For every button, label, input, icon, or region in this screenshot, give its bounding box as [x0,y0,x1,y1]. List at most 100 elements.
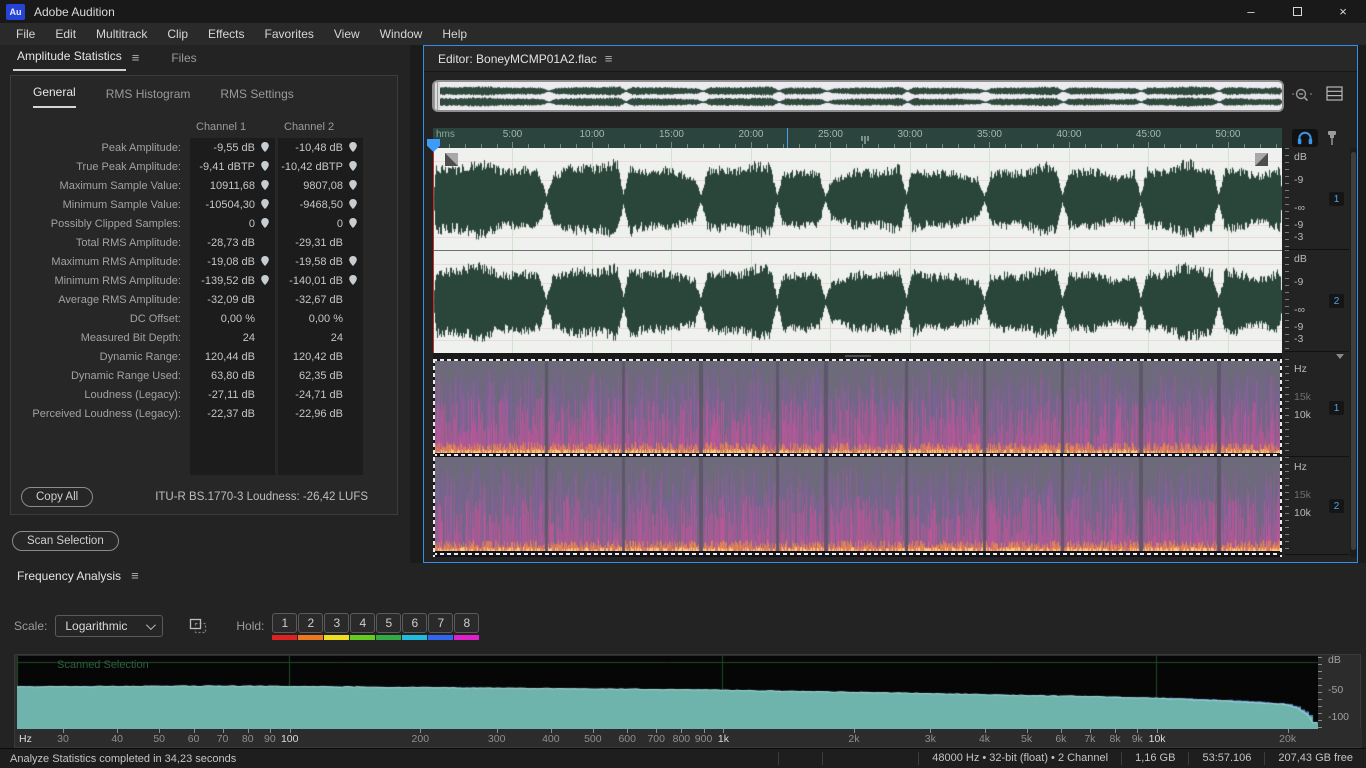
tab-amplitude-statistics[interactable]: Amplitude Statistics [13,49,126,71]
stat-value-text: -22,96 dB [295,407,343,420]
hold-color-bar [298,634,324,640]
maximize-button[interactable] [1274,0,1320,23]
hold-button-face[interactable]: 8 [454,612,480,633]
frequency-plot-canvas[interactable] [17,656,1318,730]
overview-left-handle[interactable] [434,82,440,110]
hold-button-7[interactable]: 7 [428,612,454,640]
editor-panel-menu-icon[interactable]: ≡ [597,51,621,66]
hold-button-face[interactable]: 2 [298,612,324,633]
waveform-overview-strip[interactable] [432,80,1284,112]
frequency-panel-menu-icon[interactable]: ≡ [125,568,149,589]
monitor-headphones-icon[interactable] [1292,129,1318,147]
hold-button-face[interactable]: 1 [272,612,298,633]
waveform-display[interactable] [433,148,1282,353]
scale-label: 10k [1294,507,1311,520]
frequency-plot[interactable]: Scanned Selection dB -50 -100 Hz 30 40 50 60 7… [14,654,1362,748]
hold-button-5[interactable]: 5 [376,612,402,640]
ruler-time-label: 40:00 [1056,129,1082,140]
menu-multitrack[interactable]: Multitrack [86,27,157,41]
zoom-navigate-icon[interactable] [1292,86,1312,104]
stat-value-ch2: -19,58 dB [278,252,363,271]
locate-pin-icon[interactable] [261,275,269,285]
menu-clip[interactable]: Clip [157,27,198,41]
selection-dashed-border [433,553,1282,555]
channel-badge[interactable]: 1 [1329,192,1344,206]
locate-pin-icon[interactable] [261,180,269,190]
channel-badge[interactable]: 2 [1329,499,1344,513]
hold-color-bar [402,634,428,640]
stat-value-text: 63,80 dB [210,369,255,382]
locate-pin-icon[interactable] [349,161,357,171]
subtab-rms-settings[interactable]: RMS Settings [220,87,293,108]
status-message: Analyze Statistics completed in 34,23 se… [10,752,237,765]
table-row: Measured Bit Depth: 24 24 [19,328,397,347]
locate-pin-icon[interactable] [349,275,357,285]
x-axis-label: 100 [280,733,299,745]
selection-handle-right[interactable] [1255,153,1268,166]
channel-badge[interactable]: 1 [1329,401,1344,415]
scale-select[interactable]: Logarithmic [55,615,164,637]
locate-pin-icon[interactable] [349,142,357,152]
table-row: Loudness (Legacy): -27,11 dB -24,71 dB [19,385,397,404]
tab-frequency-analysis[interactable]: Frequency Analysis [13,569,125,589]
menu-view[interactable]: View [324,27,370,41]
hold-button-1[interactable]: 1 [272,612,298,640]
scan-selection-button[interactable]: Scan Selection [12,531,119,551]
locate-pin-icon[interactable] [261,218,269,228]
overview-waveform-canvas[interactable] [436,83,1282,110]
table-row: Dynamic Range: 120,44 dB 120,42 dB [19,347,397,366]
locate-pin-icon[interactable] [349,199,357,209]
stat-value-ch1: -28,73 dB [190,233,275,252]
scrollbar-thumb[interactable] [1351,152,1356,550]
hold-button-6[interactable]: 6 [402,612,428,640]
hold-button-8[interactable]: 8 [454,612,480,640]
menu-file[interactable]: File [6,27,45,41]
stat-label: DC Offset: [129,312,181,325]
close-button[interactable]: × [1320,0,1366,23]
locate-pin-icon[interactable] [261,142,269,152]
x-axis-label: 70 [216,733,229,745]
timeline-ruler[interactable]: hms 5:00 10:00 15:00 20:00 25:00 30:00 35:00 40… [427,128,1282,152]
copy-all-button[interactable]: Copy All [21,487,94,507]
channel-badge[interactable]: 2 [1329,294,1344,308]
stat-label: Measured Bit Depth: [80,331,181,344]
subtab-rms-histogram[interactable]: RMS Histogram [106,87,191,108]
stat-label: Dynamic Range Used: [70,369,181,382]
panel-menu-icon[interactable]: ≡ [126,50,150,71]
locate-pin-icon[interactable] [261,199,269,209]
channel-list-icon[interactable] [1326,86,1344,102]
spectrogram-canvas-ch2[interactable] [433,457,1282,551]
hold-button-face[interactable]: 6 [402,612,428,633]
spectrogram-canvas-ch1[interactable] [433,361,1282,453]
menu-favorites[interactable]: Favorites [255,27,324,41]
hold-button-face[interactable]: 4 [350,612,376,633]
stat-value-text: -9,41 dBTP [199,160,255,173]
hold-button-face[interactable]: 5 [376,612,402,633]
minimize-button[interactable]: – [1228,0,1274,23]
hold-button-4[interactable]: 4 [350,612,376,640]
menu-window[interactable]: Window [370,27,433,41]
tab-files[interactable]: Files [167,51,200,71]
hold-button-3[interactable]: 3 [324,612,350,640]
frequency-panel-tab-bar: Frequency Analysis ≡ [0,563,1366,589]
menu-edit[interactable]: Edit [45,27,86,41]
editor-tab[interactable]: Editor: BoneyMCMP01A2.flac [438,52,597,66]
hold-button-face[interactable]: 7 [428,612,454,633]
hold-button-face[interactable]: 3 [324,612,350,633]
editor-vertical-scrollbar[interactable] [1350,148,1357,557]
spectral-display[interactable] [433,359,1282,557]
locate-pin-icon[interactable] [349,218,357,228]
copy-graph-icon[interactable] [189,618,208,635]
subtab-general[interactable]: General [33,85,76,108]
locate-pin-icon[interactable] [349,256,357,266]
status-bar-right: 48000 Hz • 32-bit (float) • 2 Channel 1,1… [778,749,1366,768]
menu-effects[interactable]: Effects [198,27,254,41]
scale-channel-block: dB -9 -∞ -9 -3 2 [1285,250,1349,352]
hold-button-2[interactable]: 2 [298,612,324,640]
locate-pin-icon[interactable] [261,256,269,266]
selection-handle-left[interactable] [445,153,458,166]
menu-help[interactable]: Help [432,27,477,41]
locate-pin-icon[interactable] [349,180,357,190]
locate-pin-icon[interactable] [261,161,269,171]
pin-icon[interactable] [1326,130,1338,146]
